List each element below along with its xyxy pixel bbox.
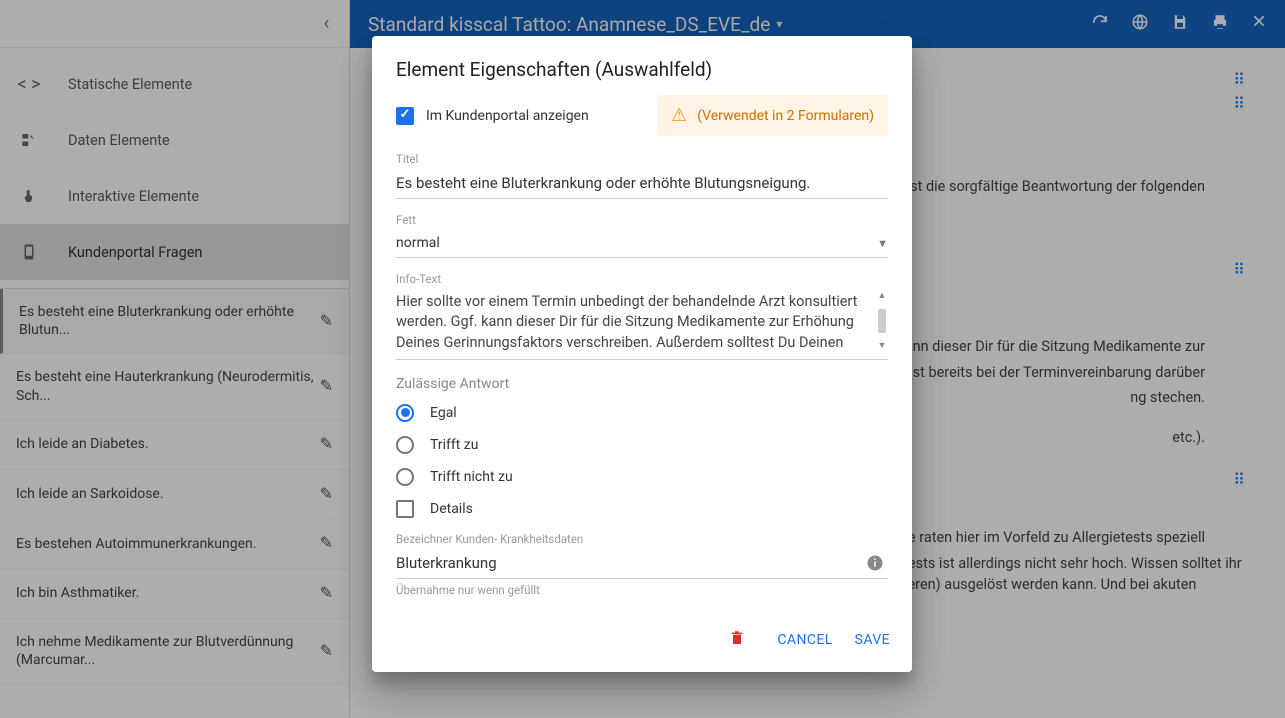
- answer-trifft-zu[interactable]: Trifft zu: [396, 436, 888, 454]
- cancel-button[interactable]: CANCEL: [777, 632, 832, 648]
- fett-select[interactable]: normal ▼: [396, 231, 888, 258]
- checkbox-icon: [396, 500, 414, 518]
- usage-warning-badge: ⚠ (Verwendet in 2 Formularen): [657, 95, 888, 136]
- chevron-down-icon: ▼: [877, 237, 888, 250]
- scroll-thumb[interactable]: [878, 309, 886, 333]
- bezeichner-label: Bezeichner Kunden- Krankheitsdaten: [396, 532, 888, 546]
- show-in-portal-checkbox[interactable]: Im Kundenportal anzeigen: [396, 107, 589, 125]
- radio-label: Trifft zu: [430, 437, 478, 453]
- info-icon[interactable]: [866, 554, 884, 577]
- checkbox-label: Im Kundenportal anzeigen: [426, 108, 589, 124]
- answer-trifft-nicht-zu[interactable]: Trifft nicht zu: [396, 468, 888, 486]
- warning-icon: ⚠: [671, 105, 687, 126]
- info-text-value: Hier sollte vor einem Termin unbedingt d…: [396, 293, 857, 351]
- details-checkbox[interactable]: Details: [396, 500, 888, 518]
- warning-text: (Verwendet in 2 Formularen): [697, 108, 874, 124]
- radio-icon: [396, 404, 414, 422]
- checkbox-icon: [396, 107, 414, 125]
- titel-label: Titel: [396, 152, 888, 166]
- radio-label: Egal: [430, 405, 457, 421]
- fett-value: normal: [396, 235, 440, 251]
- titel-input[interactable]: [396, 170, 888, 199]
- answer-egal[interactable]: Egal: [396, 404, 888, 422]
- dialog-title: Element Eigenschaften (Auswahlfeld): [372, 36, 912, 95]
- helper-text: Übernahme nur wenn gefüllt: [396, 583, 888, 597]
- radio-icon: [396, 468, 414, 486]
- radio-label: Trifft nicht zu: [430, 469, 513, 485]
- scroll-up-icon: ▲: [878, 290, 887, 303]
- info-text-area[interactable]: Hier sollte vor einem Termin unbedingt d…: [396, 290, 888, 360]
- details-label: Details: [430, 501, 473, 517]
- scroll-down-icon: ▼: [878, 340, 887, 353]
- delete-button[interactable]: [729, 629, 745, 652]
- bezeichner-input[interactable]: [396, 550, 888, 579]
- properties-dialog: Element Eigenschaften (Auswahlfeld) Im K…: [372, 36, 912, 672]
- info-label: Info-Text: [396, 272, 888, 286]
- radio-icon: [396, 436, 414, 454]
- save-button[interactable]: SAVE: [855, 632, 890, 648]
- scrollbar[interactable]: ▲ ▼: [876, 290, 888, 353]
- fett-label: Fett: [396, 213, 888, 227]
- answers-section-label: Zulässige Antwort: [396, 376, 888, 392]
